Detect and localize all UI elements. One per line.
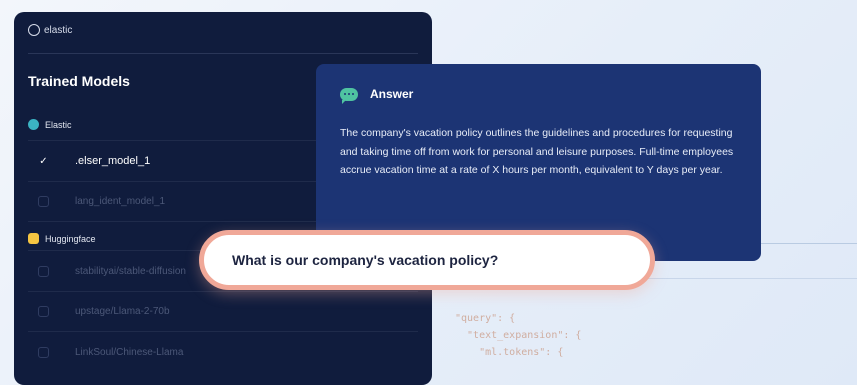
checkbox-checked[interactable]: ✓	[38, 156, 49, 167]
model-row-llama[interactable]: upstage/Llama-2-70b	[28, 291, 418, 332]
answer-text: The company's vacation policy outlines t…	[340, 127, 734, 176]
checkbox[interactable]	[38, 346, 49, 358]
group-header-elastic: Elastic	[28, 119, 72, 130]
elastic-logo-icon	[28, 24, 40, 36]
connector-line	[640, 278, 857, 279]
model-label: lang_ident_model_1	[75, 195, 166, 207]
divider	[28, 53, 418, 54]
code-snippet: "query": { "text_expansion": { "ml.token…	[455, 310, 581, 361]
model-label: upstage/Llama-2-70b	[75, 305, 170, 317]
code-line: "ml.tokens": {	[455, 347, 564, 358]
model-label: stabilityai/stable-diffusion	[75, 265, 186, 277]
code-line: "query": {	[455, 313, 516, 324]
group-header-huggingface: Huggingface	[28, 233, 96, 244]
group-label: Huggingface	[45, 233, 96, 244]
checkbox[interactable]	[38, 305, 49, 317]
code-line: "text_expansion": {	[455, 330, 582, 341]
answer-title: Answer	[370, 87, 414, 101]
huggingface-icon	[28, 233, 39, 244]
panel-title: Trained Models	[28, 73, 130, 89]
group-label: Elastic	[45, 119, 72, 130]
brand: elastic	[28, 24, 72, 36]
checkbox[interactable]	[38, 195, 49, 207]
query-text: What is our company's vacation policy?	[232, 252, 499, 268]
checkbox[interactable]	[38, 265, 49, 277]
brand-name: elastic	[44, 24, 73, 36]
query-input[interactable]: What is our company's vacation policy?	[199, 230, 655, 290]
model-label: .elser_model_1	[75, 155, 151, 167]
connector-line	[760, 243, 857, 244]
elastic-icon	[28, 119, 39, 130]
model-row-chinese-llama[interactable]: LinkSoul/Chinese-Llama	[28, 332, 418, 372]
chat-bubble-icon	[340, 87, 358, 104]
model-label: LinkSoul/Chinese-Llama	[75, 346, 184, 358]
answer-header: Answer	[340, 87, 414, 104]
